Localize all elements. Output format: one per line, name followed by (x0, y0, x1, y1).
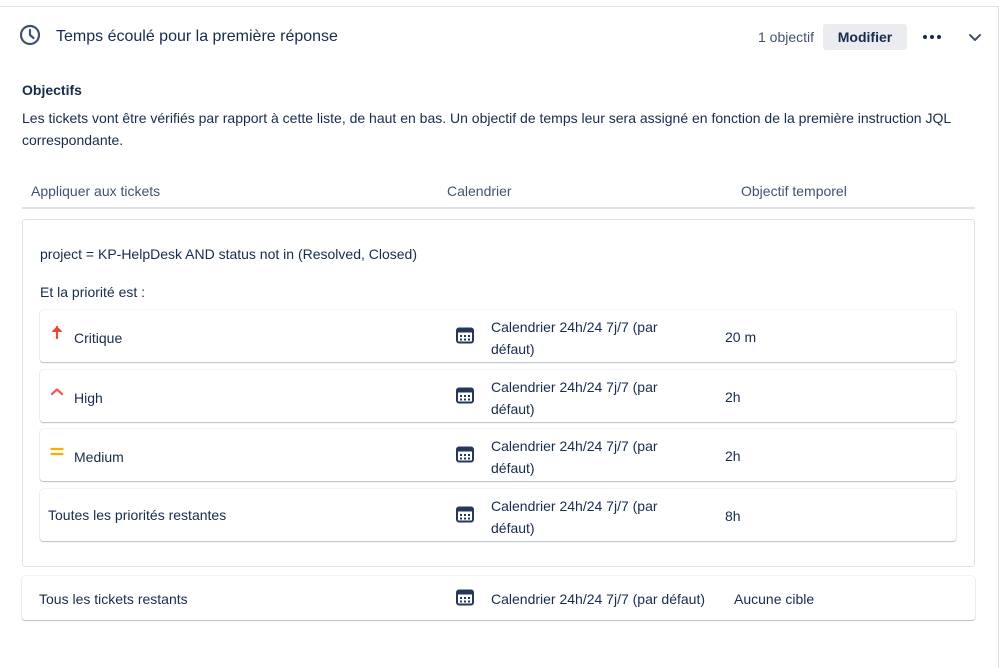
clock-icon (19, 24, 41, 46)
calendar-name: Calendrier 24h/24 7j/7 (par défaut) (491, 438, 658, 476)
modify-button[interactable]: Modifier (823, 24, 907, 50)
calendar-icon (456, 446, 474, 463)
more-options-button[interactable] (917, 24, 947, 50)
sla-title: Temps écoulé pour la première réponse (56, 28, 338, 45)
time-target: 2h (725, 389, 741, 405)
time-target: Aucune cible (734, 591, 815, 607)
time-target: 2h (725, 448, 741, 464)
goals-description: Les tickets vont être vérifiés par rappo… (22, 110, 951, 148)
calendar-icon (456, 589, 474, 606)
priority-row-critique[interactable]: Critique Calendrier 24h/24 7j/7 (par déf… (40, 310, 956, 362)
column-calendar-header: Calendrier (447, 183, 512, 199)
chevron-down-icon[interactable] (964, 26, 986, 48)
calendar-name: Calendrier 24h/24 7j/7 (par défaut) (491, 498, 658, 536)
column-target-header: Objectif temporel (741, 183, 847, 199)
calendar-icon (456, 327, 474, 344)
calendar-icon (456, 506, 474, 523)
priority-name: High (74, 390, 103, 406)
time-target: 8h (725, 508, 741, 524)
calendar-name: Calendrier 24h/24 7j/7 (par défaut) (491, 379, 658, 417)
jql-query: project = KP-HelpDesk AND status not in … (40, 246, 417, 262)
priority-row-high[interactable]: High Calendrier 24h/24 7j/7 (par défaut)… (40, 370, 956, 422)
priority-name: Critique (74, 330, 123, 346)
calendar-name: Calendrier 24h/24 7j/7 (par défaut) (491, 591, 706, 607)
top-divider (0, 6, 999, 7)
remaining-tickets-row[interactable]: Tous les tickets restants Calendrier 24h… (22, 576, 975, 620)
calendar-name: Calendrier 24h/24 7j/7 (par défaut) (491, 319, 658, 357)
header-divider (22, 207, 975, 209)
priority-row-medium[interactable]: Medium Calendrier 24h/24 7j/7 (par défau… (40, 429, 956, 481)
calendar-icon (456, 387, 474, 404)
remaining-tickets-label: Tous les tickets restants (39, 591, 188, 607)
goals-heading: Objectifs (22, 82, 82, 98)
goal-count: 1 objectif (758, 29, 815, 45)
priority-name: Toutes les priorités restantes (48, 507, 227, 523)
time-target: 20 m (725, 329, 757, 345)
priority-row-remaining[interactable]: Toutes les priorités restantes Calendrie… (40, 489, 956, 541)
priority-name: Medium (74, 449, 124, 465)
more-icon (923, 35, 927, 39)
column-apply-header: Appliquer aux tickets (31, 183, 161, 199)
priority-label: Et la priorité est : (40, 284, 146, 300)
equals-icon (50, 447, 64, 456)
chevron-up-icon (50, 388, 64, 396)
arrow-up-icon (52, 325, 62, 340)
